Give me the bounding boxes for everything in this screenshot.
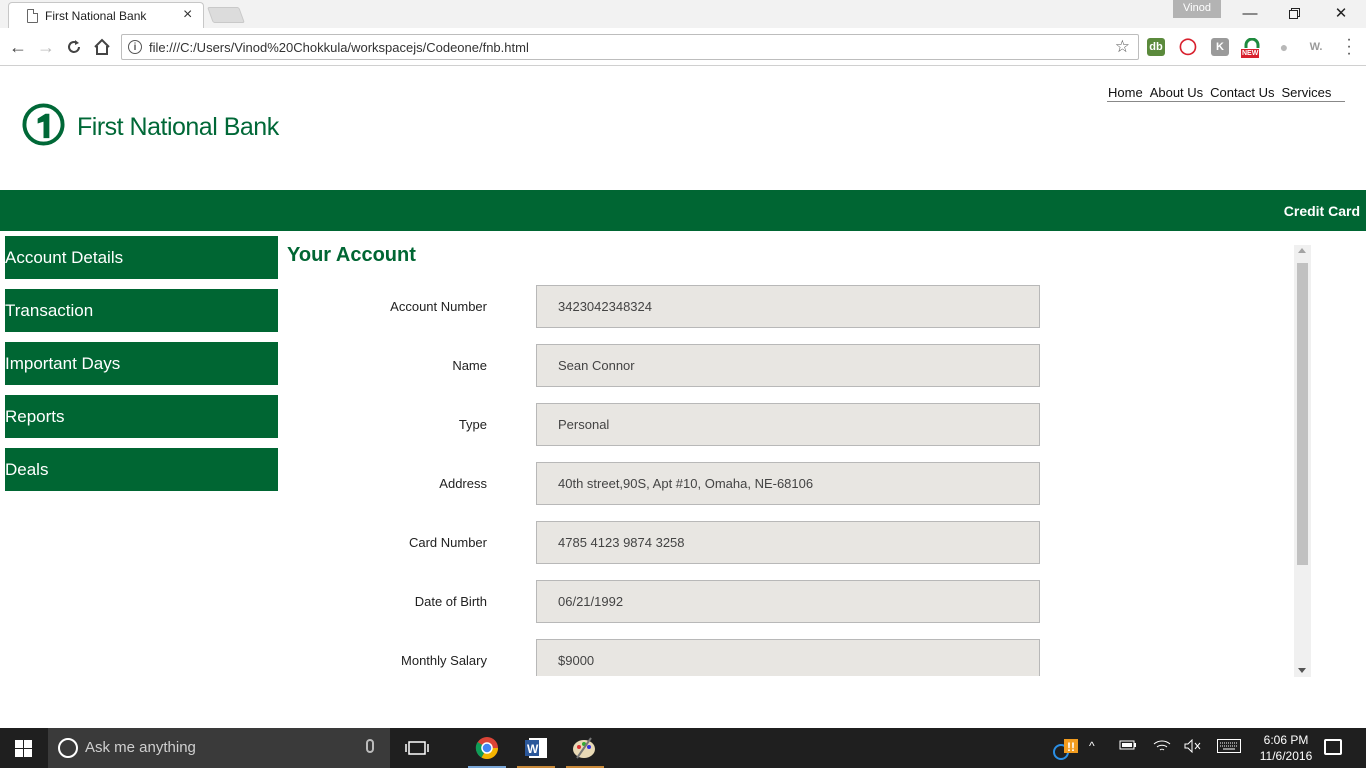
cortana-search-box[interactable]: Ask me anything	[48, 728, 390, 768]
address-row: Address 40th street,90S, Apt #10, Omaha,…	[287, 462, 1047, 505]
cortana-icon	[58, 738, 78, 758]
sidebar-item-transaction[interactable]: Transaction	[5, 289, 278, 332]
tab-title: First National Bank	[45, 9, 147, 23]
credit-card-link[interactable]: Credit Card	[1284, 203, 1360, 219]
field-label: Account Number	[390, 299, 487, 314]
system-clock[interactable]: 6:06 PM 11/6/2016	[1253, 732, 1319, 764]
card-number-field[interactable]: 4785 4123 9874 3258	[536, 521, 1040, 564]
field-label: Type	[458, 417, 487, 432]
scroll-thumb[interactable]	[1297, 263, 1308, 565]
field-label: Address	[439, 476, 487, 491]
battery-icon[interactable]	[1119, 739, 1137, 754]
balloon-extension-icon[interactable]: ●	[1275, 38, 1293, 56]
scroll-down-icon[interactable]	[1298, 668, 1306, 673]
web-page: First National Bank Home About Us Contact …	[0, 67, 1366, 728]
tab-close-icon[interactable]: ×	[183, 6, 192, 24]
info-icon[interactable]: i	[128, 40, 142, 54]
opera-extension-icon[interactable]: ◯	[1179, 38, 1197, 56]
chrome-menu-icon[interactable]: · · ·	[1344, 32, 1354, 62]
date-of-birth-field[interactable]: 06/21/1992	[536, 580, 1040, 623]
address-field[interactable]: 40th street,90S, Apt #10, Omaha, NE-6810…	[536, 462, 1040, 505]
field-label: Name	[452, 358, 487, 373]
windows-taskbar: Ask me anything W !! ^ 6:06 PM 11/6/2016	[0, 728, 1366, 768]
sidebar-item-important-days[interactable]: Important Days	[5, 342, 278, 385]
keyboard-icon[interactable]	[1217, 739, 1241, 756]
restore-icon[interactable]	[1285, 4, 1305, 24]
nav-services[interactable]: Services	[1281, 85, 1331, 100]
k-extension-icon[interactable]: K	[1211, 38, 1229, 56]
svg-text:!!: !!	[1067, 740, 1075, 754]
field-label: Monthly Salary	[401, 653, 487, 668]
field-label: Date of Birth	[414, 594, 487, 609]
sidebar-item-deals[interactable]: Deals	[5, 448, 278, 491]
chevron-up-icon[interactable]: ^	[1089, 739, 1095, 753]
new-badge: NEW	[1241, 49, 1260, 58]
side-menu: Account Details Transaction Important Da…	[5, 236, 278, 501]
paint-taskbar-icon[interactable]	[571, 736, 597, 760]
green-banner: Credit Card	[0, 190, 1366, 231]
monthly-salary-row: Monthly Salary $9000	[287, 639, 1047, 676]
content-scrollbar[interactable]	[1294, 245, 1311, 677]
chrome-taskbar-icon[interactable]	[474, 736, 500, 760]
clock-date: 11/6/2016	[1259, 749, 1313, 763]
page-icon	[27, 9, 38, 23]
sidebar-item-reports[interactable]: Reports	[5, 395, 278, 438]
home-icon[interactable]	[91, 36, 113, 58]
profile-badge[interactable]: Vinod	[1173, 0, 1221, 18]
card-number-row: Card Number 4785 4123 9874 3258	[287, 521, 1047, 564]
sidebar-item-account-details[interactable]: Account Details	[5, 236, 278, 279]
scroll-up-icon[interactable]	[1298, 248, 1306, 253]
browser-toolbar: ← → i file:///C:/Users/Vinod%20Chokkula/…	[0, 28, 1366, 66]
bookmark-star-icon[interactable]: ☆	[1115, 37, 1130, 57]
top-navigation: Home About Us Contact Us Services	[1107, 84, 1346, 102]
address-bar[interactable]: i file:///C:/Users/Vinod%20Chokkula/work…	[121, 34, 1139, 60]
browser-tabstrip: First National Bank × Vinod — ✕	[0, 0, 1366, 28]
db-extension-icon[interactable]: db	[1147, 38, 1165, 56]
back-icon[interactable]: ←	[7, 36, 29, 58]
w-extension-icon[interactable]: W.	[1307, 38, 1325, 56]
type-row: Type Personal	[287, 403, 1047, 446]
date-of-birth-row: Date of Birth 06/21/1992	[287, 580, 1047, 623]
volume-mute-icon[interactable]	[1184, 738, 1202, 756]
url-text[interactable]: file:///C:/Users/Vinod%20Chokkula/worksp…	[149, 40, 529, 55]
windows-start-icon[interactable]	[15, 740, 32, 757]
nav-contact-us[interactable]: Contact Us	[1210, 85, 1274, 100]
forward-icon[interactable]: →	[35, 36, 57, 58]
minimize-icon[interactable]: —	[1240, 4, 1260, 24]
name-field[interactable]: Sean Connor	[536, 344, 1040, 387]
page-title: Your Account	[287, 244, 416, 266]
word-taskbar-icon[interactable]: W	[523, 736, 549, 760]
name-row: Name Sean Connor	[287, 344, 1047, 387]
clock-time: 6:06 PM	[1263, 733, 1309, 747]
browser-tab[interactable]: First National Bank ×	[8, 2, 204, 28]
type-field[interactable]: Personal	[536, 403, 1040, 446]
field-label: Card Number	[408, 535, 487, 550]
wifi-icon[interactable]	[1153, 739, 1171, 756]
new-tab-button[interactable]	[207, 7, 245, 23]
close-window-icon[interactable]: ✕	[1331, 4, 1351, 24]
reload-icon[interactable]	[63, 36, 85, 58]
account-number-row: Account Number 3423042348324	[287, 285, 1047, 328]
bank-logo-mark	[22, 103, 65, 146]
task-view-icon[interactable]	[405, 736, 431, 760]
monthly-salary-field[interactable]: $9000	[536, 639, 1040, 676]
headphones-extension-icon[interactable]: NEW	[1241, 37, 1261, 58]
account-number-field[interactable]: 3423042348324	[536, 285, 1040, 328]
microphone-icon[interactable]	[366, 739, 374, 753]
account-panel: Your Account Account Number 342304234832…	[287, 244, 1287, 676]
bank-name: First National Bank	[77, 113, 279, 141]
nav-about-us[interactable]: About Us	[1150, 85, 1203, 100]
nav-home[interactable]: Home	[1108, 85, 1143, 100]
svg-text:W: W	[527, 742, 539, 756]
search-placeholder: Ask me anything	[85, 739, 196, 756]
update-alert-icon[interactable]: !!	[1052, 739, 1080, 764]
action-center-icon[interactable]	[1324, 739, 1342, 755]
